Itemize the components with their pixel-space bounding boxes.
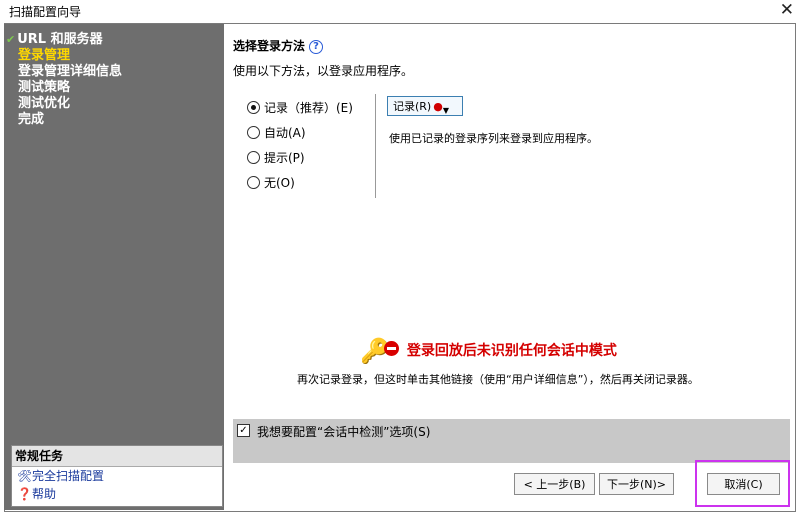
step-test-policy: 测试策略	[18, 80, 122, 96]
section-description: 使用以下方法，以登录应用程序。	[233, 64, 414, 78]
step-login-management: 登录管理	[18, 48, 122, 64]
link-label: 完全扫描配置	[32, 469, 105, 483]
radio-selected-icon	[247, 101, 260, 114]
close-icon[interactable]: ✕	[780, 0, 794, 20]
warning-message: 🔑 登录回放后未识别任何会话中模式	[360, 337, 617, 365]
divider	[375, 94, 376, 198]
section-title-text: 选择登录方法	[233, 39, 306, 53]
title-bar: 扫描配置向导 ✕	[0, 0, 804, 22]
window-title: 扫描配置向导	[9, 5, 82, 19]
help-icon[interactable]: ?	[309, 40, 324, 54]
step-label: 登录管理	[18, 48, 71, 63]
radio-label: 记录（推荐）(E)	[264, 101, 353, 115]
record-button[interactable]: 记录(R) ●▼	[387, 96, 463, 116]
radio-prompt[interactable]: 提示(P)	[247, 150, 353, 175]
step-test-optimization: 测试优化	[18, 96, 122, 112]
tools-icon: 🛠	[17, 469, 33, 483]
next-button[interactable]: 下一步(N)>	[599, 473, 674, 495]
wizard-steps: ✔ URL 和服务器 登录管理 登录管理详细信息 测试策略 测试优化 完成	[6, 32, 122, 128]
record-dot-icon: ●	[433, 100, 443, 113]
section-title: 选择登录方法?	[233, 37, 324, 54]
options-bar: ✓ 我想要配置“会话中检测”选项(S)	[233, 419, 790, 463]
checkbox-label: 我想要配置“会话中检测”选项(S)	[257, 425, 431, 439]
radio-label: 自动(A)	[264, 126, 306, 140]
step-login-details: 登录管理详细信息	[18, 64, 122, 80]
radio-label: 无(O)	[264, 176, 295, 190]
step-label: 测试策略	[18, 80, 71, 95]
step-url-and-servers: ✔ URL 和服务器	[6, 32, 122, 48]
radio-automatic[interactable]: 自动(A)	[247, 125, 353, 150]
full-scan-config-link[interactable]: 🛠完全扫描配置	[12, 467, 222, 485]
warning-detail: 再次记录登录，但这时单击其他链接（使用“用户详细信息”），然后再关闭记录器。	[297, 373, 699, 386]
step-label: 测试优化	[18, 96, 71, 111]
radio-icon	[247, 176, 260, 189]
link-label: 帮助	[32, 487, 57, 501]
step-label: 登录管理详细信息	[18, 64, 123, 79]
step-finish: 完成	[18, 112, 122, 128]
radio-icon	[247, 151, 260, 164]
dropdown-arrow-icon: ▼	[442, 106, 449, 115]
login-method-group: 记录（推荐）(E) 自动(A) 提示(P) 无(O)	[247, 100, 353, 200]
check-icon: ✔	[6, 33, 16, 46]
radio-icon	[247, 126, 260, 139]
help-circle-icon: ❓	[17, 487, 32, 501]
record-description: 使用已记录的登录序列来登录到应用程序。	[389, 132, 598, 145]
stop-icon	[383, 341, 399, 356]
radio-label: 提示(P)	[264, 151, 305, 165]
common-tasks-header: 常规任务	[12, 446, 222, 467]
common-tasks-panel: 常规任务 🛠完全扫描配置 ❓帮助	[11, 445, 223, 507]
help-link[interactable]: ❓帮助	[12, 485, 222, 503]
highlight-box	[695, 460, 790, 507]
step-label: URL 和服务器	[17, 32, 103, 47]
record-button-label: 记录(R)	[393, 100, 432, 113]
radio-record[interactable]: 记录（推荐）(E)	[247, 100, 353, 125]
radio-none[interactable]: 无(O)	[247, 175, 353, 200]
warning-title: 登录回放后未识别任何会话中模式	[406, 343, 617, 359]
in-session-detection-checkbox[interactable]: ✓	[237, 424, 250, 437]
sidebar: ✔ URL 和服务器 登录管理 登录管理详细信息 测试策略 测试优化 完成 常规任…	[4, 24, 224, 510]
step-label: 完成	[18, 112, 45, 127]
back-button[interactable]: < 上一步(B)	[514, 473, 595, 495]
